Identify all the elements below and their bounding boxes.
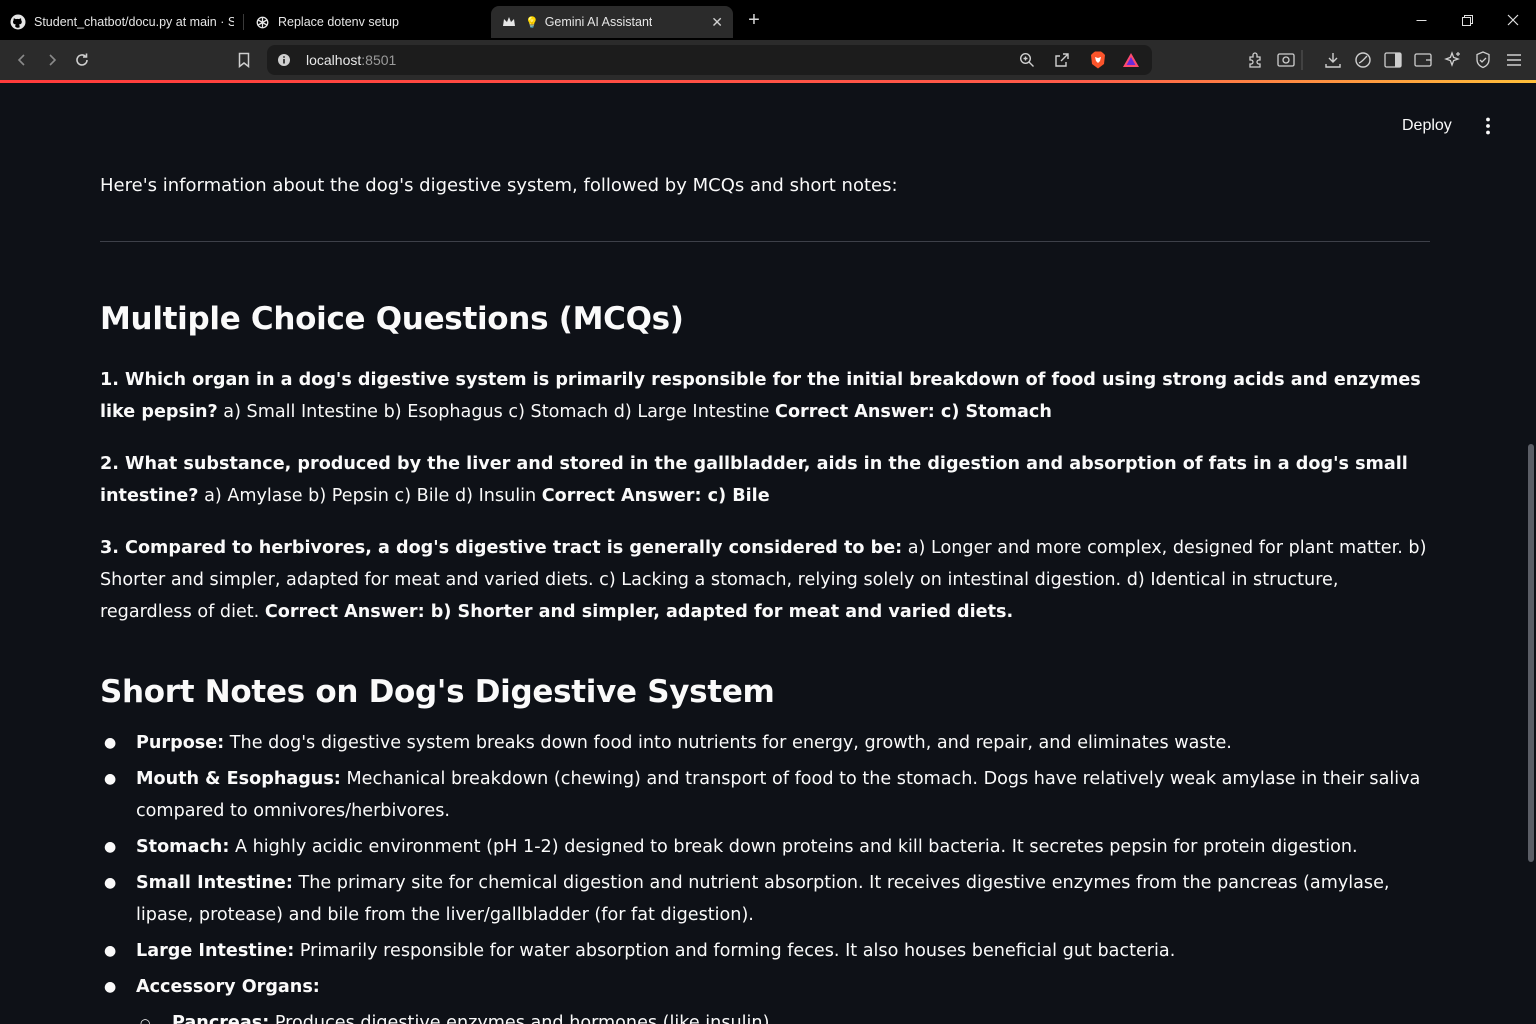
address-url[interactable]: localhost:8501 — [306, 52, 396, 68]
minimize-icon[interactable] — [1398, 0, 1444, 40]
note-term: Purpose: — [136, 733, 225, 753]
new-tab-button[interactable]: + — [739, 5, 769, 35]
close-window-icon[interactable] — [1490, 0, 1536, 40]
correct-answer: Correct Answer: b) Shorter and simpler, … — [264, 602, 1014, 622]
reload-icon[interactable] — [70, 48, 94, 72]
correct-answer: Correct Answer: c) Bile — [541, 486, 770, 506]
leo-icon[interactable] — [1351, 48, 1375, 72]
note-term: Large Intestine: — [136, 941, 295, 961]
note-text: Primarily responsible for water absorpti… — [294, 941, 1176, 961]
share-icon[interactable] — [1050, 48, 1074, 72]
question-options: a) Small Intestine b) Esophagus c) Stoma… — [217, 402, 776, 422]
bullet-icon: ● — [104, 979, 117, 995]
mcq-question: 2. What substance, produced by the liver… — [100, 448, 1430, 512]
bullet-icon: ● — [104, 839, 117, 855]
openai-icon — [254, 14, 270, 30]
ai-sparkle-icon[interactable] — [1441, 48, 1465, 72]
bookmark-icon[interactable] — [232, 48, 256, 72]
note-term: Small Intestine: — [136, 873, 293, 893]
note-text: The primary site for chemical digestion … — [136, 873, 1390, 925]
note-term: Pancreas: — [172, 1013, 270, 1024]
github-icon — [10, 14, 26, 30]
bullet-icon: ● — [104, 943, 117, 959]
browser-tab-replace-dotenv[interactable]: Replace dotenv setup — [244, 6, 488, 38]
list-item: ● Accessory Organs: ○ Pancreas: Produces d… — [100, 971, 1430, 1024]
note-text: The dog's digestive system breaks down f… — [224, 733, 1232, 753]
forward-icon[interactable] — [40, 48, 64, 72]
deploy-button[interactable]: Deploy — [1392, 112, 1462, 140]
close-tab-icon[interactable]: ✕ — [711, 14, 723, 31]
back-icon[interactable] — [10, 48, 34, 72]
mcq-question: 3. Compared to herbivores, a dog's diges… — [100, 532, 1430, 628]
bullet-icon: ● — [104, 875, 117, 891]
tab-title: Replace dotenv setup — [278, 15, 399, 29]
screenshot-icon[interactable] — [1274, 48, 1298, 72]
list-item: ○ Pancreas: Produces digestive enzymes an… — [136, 1007, 1430, 1024]
question-text: 3. Compared to herbivores, a dog's diges… — [100, 538, 903, 558]
list-item: ● Purpose: The dog's digestive system bre… — [100, 727, 1430, 759]
brave-shields-icon[interactable] — [1086, 48, 1110, 72]
browser-tab-gemini[interactable]: 💡 Gemini AI Assistant ✕ — [491, 6, 733, 38]
notes-heading: Short Notes on Dog's Digestive System — [100, 674, 775, 710]
note-text: A highly acidic environment (pH 1-2) des… — [229, 837, 1358, 857]
note-term: Stomach: — [136, 837, 230, 857]
note-term: Accessory Organs: — [136, 977, 320, 997]
bullet-icon: ● — [104, 735, 117, 751]
browser-tab-github[interactable]: Student_chatbot/docu.py at main · Sa — [0, 6, 244, 38]
wallet-icon[interactable] — [1411, 48, 1435, 72]
browser-tab-strip: Student_chatbot/docu.py at main · Sa Rep… — [0, 0, 1536, 40]
sub-notes-list: ○ Pancreas: Produces digestive enzymes an… — [136, 1007, 1430, 1024]
extensions-icon[interactable] — [1244, 48, 1268, 72]
tab-title: Student_chatbot/docu.py at main · Sa — [34, 15, 234, 29]
correct-answer: Correct Answer: c) Stomach — [775, 402, 1052, 422]
tab-title: Gemini AI Assistant — [544, 15, 653, 29]
app-header — [0, 83, 1536, 163]
main-menu-icon[interactable] — [1476, 112, 1500, 140]
site-info-icon[interactable] — [272, 48, 296, 72]
notes-list: ● Purpose: The dog's digestive system bre… — [100, 727, 1430, 1024]
lightbulb-icon: 💡 — [525, 16, 539, 29]
toolbar-divider — [1296, 48, 1308, 72]
list-item: ● Mouth & Esophagus: Mechanical breakdown… — [100, 763, 1430, 827]
restore-icon[interactable] — [1444, 0, 1490, 40]
url-host: localhost — [306, 52, 362, 68]
streamlit-crown-icon — [501, 14, 517, 30]
mcq-heading: Multiple Choice Questions (MCQs) — [100, 301, 684, 337]
mcq-question: 1. Which organ in a dog's digestive syst… — [100, 364, 1430, 428]
list-item: ● Large Intestine: Primarily responsible … — [100, 935, 1430, 967]
bullet-icon: ● — [104, 771, 117, 787]
list-item: ● Small Intestine: The primary site for c… — [100, 867, 1430, 931]
horizontal-rule — [100, 241, 1430, 242]
question-options: a) Amylase b) Pepsin c) Bile d) Insulin — [198, 486, 542, 506]
list-item: ● Stomach: A highly acidic environment (p… — [100, 831, 1430, 863]
note-term: Mouth & Esophagus: — [136, 769, 341, 789]
brave-rewards-icon[interactable] — [1119, 48, 1143, 72]
chat-response: Here's information about the dog's diges… — [100, 166, 1430, 1024]
zoom-icon[interactable] — [1015, 48, 1039, 72]
sidebar-toggle-icon[interactable] — [1381, 48, 1405, 72]
vpn-shield-icon[interactable] — [1471, 48, 1495, 72]
url-port: :8501 — [361, 52, 397, 68]
response-intro: Here's information about the dog's diges… — [100, 175, 898, 196]
scrollbar-thumb[interactable] — [1528, 444, 1534, 862]
hollow-bullet-icon: ○ — [140, 1016, 151, 1024]
menu-icon[interactable] — [1502, 48, 1526, 72]
note-text: Produces digestive enzymes and hormones … — [269, 1013, 776, 1024]
download-icon[interactable] — [1321, 48, 1345, 72]
